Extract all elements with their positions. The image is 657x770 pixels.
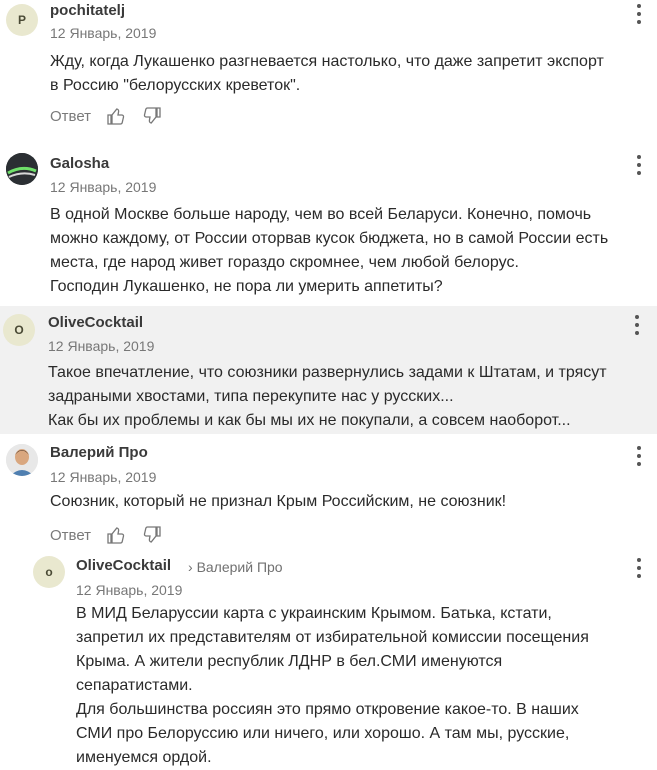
comment-text: Союзник, который не признал Крым Российс…: [50, 493, 507, 510]
more-options-icon[interactable]: [634, 446, 644, 466]
thumbs-up-icon[interactable]: [105, 524, 127, 546]
comment: Валерий Про 12 Январь, 2019 Союзник, кот…: [0, 434, 657, 556]
more-options-icon[interactable]: [634, 4, 644, 24]
thumbs-up-icon[interactable]: [105, 105, 127, 127]
reply-to-author[interactable]: Валерий Про: [197, 559, 283, 575]
avatar[interactable]: o: [33, 556, 65, 588]
avatar-image: [6, 153, 38, 185]
comment-date: 12 Январь, 2019: [50, 469, 157, 485]
comment-author[interactable]: Galosha: [50, 155, 109, 172]
more-options-icon[interactable]: [634, 155, 644, 175]
avatar[interactable]: O: [3, 314, 35, 346]
avatar[interactable]: [6, 153, 38, 185]
avatar[interactable]: [6, 444, 38, 476]
comment-text: Жду, когда Лукашенко разгневается настол…: [50, 53, 604, 94]
more-options-icon[interactable]: [634, 558, 644, 578]
comment-author[interactable]: OliveCocktail: [48, 314, 143, 331]
comment-text: В МИД Беларуссии карта с украинским Крым…: [76, 605, 589, 766]
comment-text: В одной Москве больше народу, чем во все…: [50, 206, 609, 295]
more-options-icon[interactable]: [632, 315, 642, 335]
comment-author[interactable]: pochitatelj: [50, 2, 125, 19]
thumbs-down-icon[interactable]: [141, 105, 163, 127]
comment: Galosha 12 Январь, 2019 В одной Москве б…: [0, 140, 657, 306]
reply-button[interactable]: Ответ: [50, 108, 91, 125]
comment-highlighted: O OliveCocktail 12 Январь, 2019 Такое вп…: [0, 306, 657, 434]
reply-comment: o OliveCocktail › Валерий Про 12 Январь,…: [0, 556, 657, 769]
comment-author[interactable]: Валерий Про: [50, 444, 148, 461]
avatar[interactable]: P: [6, 4, 38, 36]
reply-to[interactable]: › Валерий Про: [188, 559, 283, 575]
comment-author[interactable]: OliveCocktail: [76, 557, 171, 574]
thumbs-down-icon[interactable]: [141, 524, 163, 546]
comment-text: Такое впечатление, что союзники разверну…: [48, 364, 607, 429]
comment-date: 12 Январь, 2019: [50, 25, 157, 41]
chevron-right-icon: ›: [188, 559, 193, 575]
avatar-image: [6, 444, 38, 476]
comment-date: 12 Январь, 2019: [76, 582, 183, 598]
comment: P pochitatelj 12 Январь, 2019 Жду, когда…: [0, 0, 657, 140]
comment-actions: Ответ: [50, 105, 163, 127]
comment-date: 12 Январь, 2019: [48, 338, 155, 354]
comment-actions: Ответ: [50, 524, 163, 546]
comment-date: 12 Январь, 2019: [50, 179, 157, 195]
reply-button[interactable]: Ответ: [50, 527, 91, 544]
